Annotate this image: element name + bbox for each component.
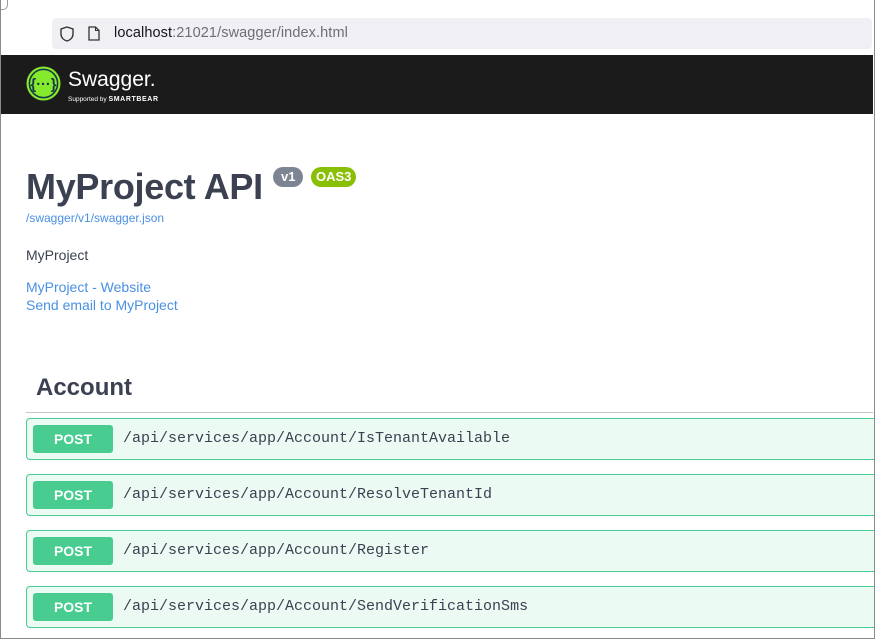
email-link[interactable]: Send email to MyProject bbox=[26, 297, 178, 313]
url-text[interactable]: localhost:21021/swagger/index.html bbox=[114, 25, 348, 41]
method-badge: POST bbox=[33, 537, 113, 565]
operation-block[interactable]: POST /api/services/app/Account/ResolveTe… bbox=[26, 474, 875, 516]
tab-corner bbox=[0, 0, 8, 10]
operation-block[interactable]: POST /api/services/app/Account/SendVerif… bbox=[26, 586, 875, 628]
smartbear-label: SMARTBEAR bbox=[108, 96, 159, 103]
tag-section-header[interactable]: Account bbox=[26, 368, 873, 413]
website-link[interactable]: MyProject - Website bbox=[26, 279, 151, 295]
svg-text:{···}: {···} bbox=[31, 77, 57, 93]
operation-block[interactable]: POST /api/services/app/Account/IsTenantA… bbox=[26, 418, 875, 460]
swagger-logo-icon[interactable]: {···} bbox=[26, 66, 61, 101]
operation-path: /api/services/app/Account/SendVerificati… bbox=[123, 598, 529, 615]
address-bar[interactable]: localhost:21021/swagger/index.html bbox=[52, 18, 872, 49]
swagger-topbar: {···} Swagger. Supported by SMARTBEAR bbox=[1, 55, 873, 114]
tag-title: Account bbox=[36, 374, 132, 401]
swagger-json-link[interactable]: /swagger/v1/swagger.json bbox=[26, 211, 164, 225]
page-icon[interactable] bbox=[88, 26, 100, 41]
method-badge: POST bbox=[33, 481, 113, 509]
operation-block[interactable]: POST /api/services/app/Account/Register bbox=[26, 530, 875, 572]
api-description: MyProject bbox=[26, 247, 89, 263]
browser-toolbar: localhost:21021/swagger/index.html bbox=[0, 0, 875, 55]
swagger-brand[interactable]: Swagger. bbox=[68, 68, 156, 92]
shield-icon[interactable] bbox=[60, 26, 74, 42]
version-badge: v1 bbox=[273, 167, 304, 187]
supported-by-label: Supported by bbox=[68, 96, 107, 103]
url-host: localhost bbox=[114, 25, 173, 41]
supported-by: Supported by SMARTBEAR bbox=[68, 96, 159, 103]
method-badge: POST bbox=[33, 593, 113, 621]
operation-path: /api/services/app/Account/ResolveTenantI… bbox=[123, 486, 493, 503]
operation-path: /api/services/app/Account/Register bbox=[123, 542, 430, 559]
brand-mark: . bbox=[149, 68, 156, 91]
url-path: :21021/swagger/index.html bbox=[172, 25, 348, 41]
operation-path: /api/services/app/Account/IsTenantAvaila… bbox=[123, 430, 511, 447]
api-title: MyProject API bbox=[26, 166, 263, 207]
brand-name: Swagger bbox=[68, 68, 150, 91]
oas-badge: OAS3 bbox=[311, 167, 357, 187]
method-badge: POST bbox=[33, 425, 113, 453]
